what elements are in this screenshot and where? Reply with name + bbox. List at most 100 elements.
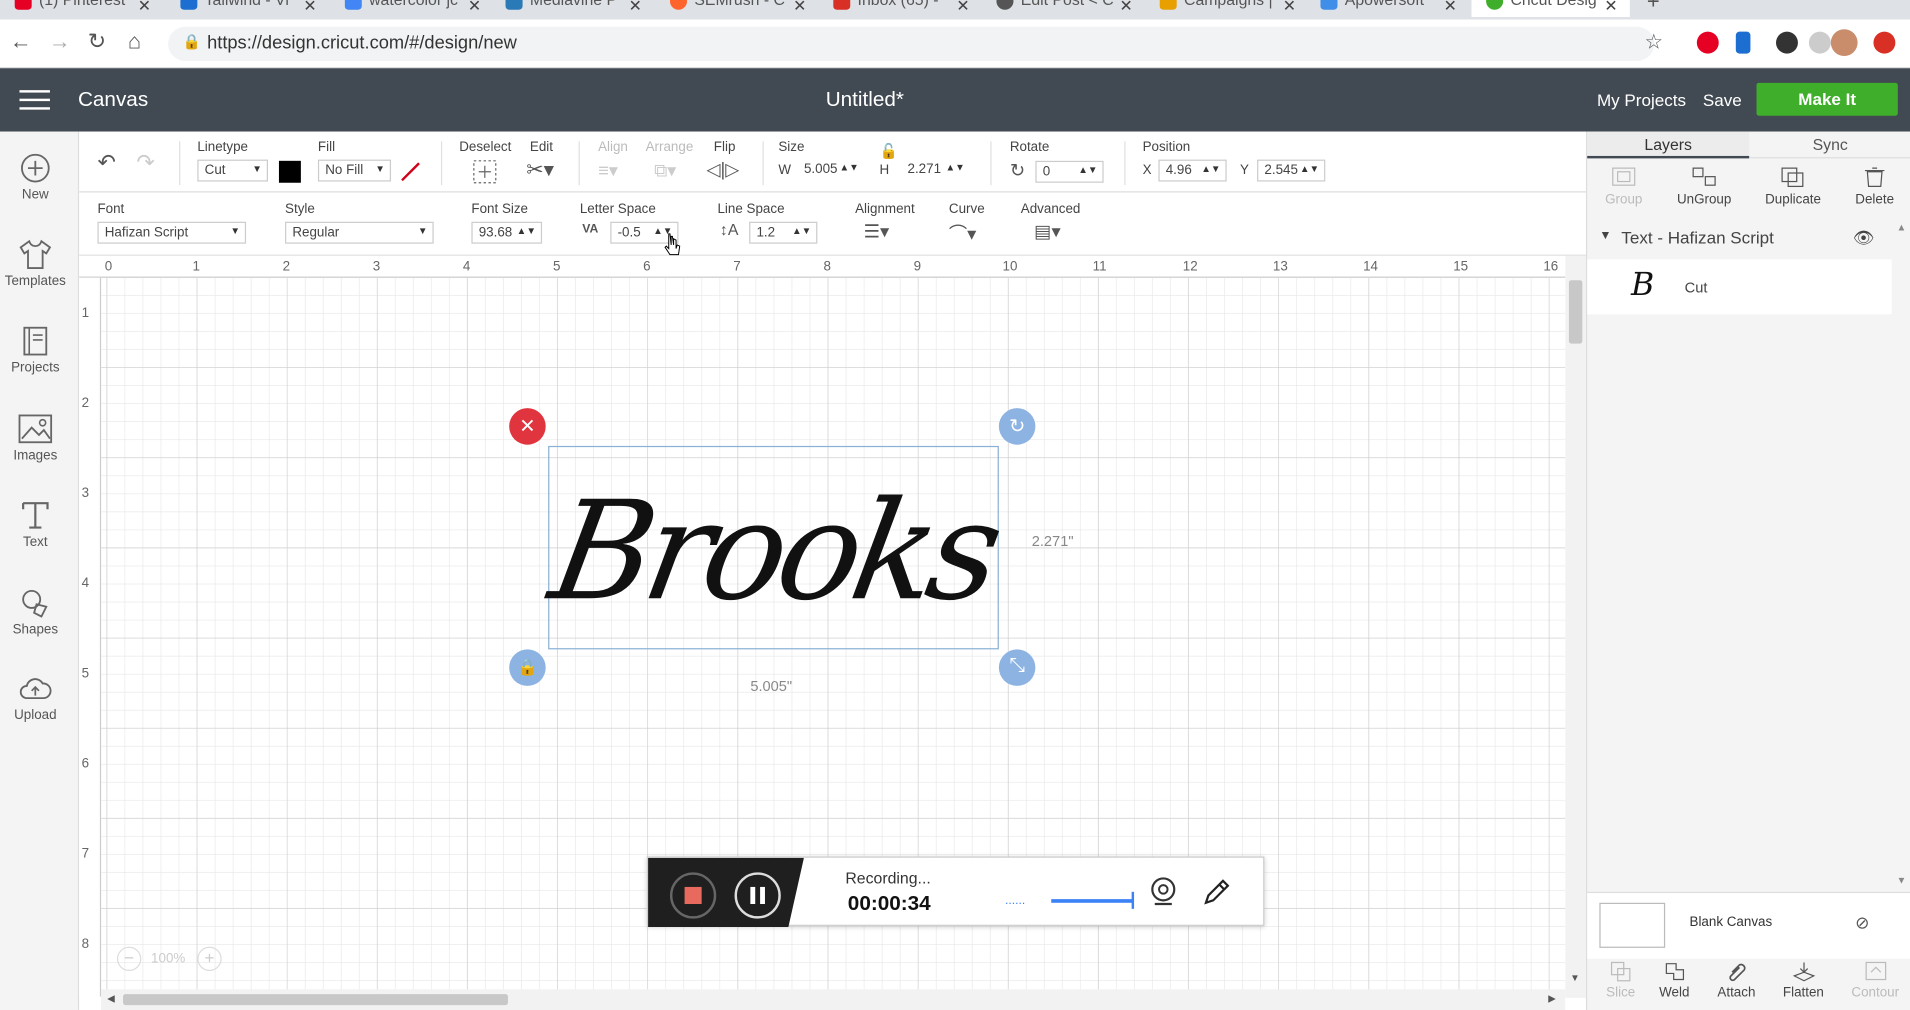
contour-button[interactable]: Contour bbox=[1842, 960, 1909, 1000]
close-icon[interactable]: ✕ bbox=[956, 0, 969, 16]
tab-layers[interactable]: Layers bbox=[1587, 131, 1750, 159]
flatten-button[interactable]: Flatten bbox=[1770, 960, 1837, 1000]
lock-aspect-icon[interactable]: 🔓 bbox=[879, 143, 897, 160]
browser-tab[interactable]: Inbox (65) - ✕ bbox=[833, 0, 970, 17]
close-icon[interactable]: ✕ bbox=[138, 0, 151, 16]
browser-tab[interactable]: (1) Pinterest ✕ bbox=[14, 0, 151, 17]
layer-group-header[interactable]: ▼ Text - Hafizan Script 👁 bbox=[1587, 219, 1892, 256]
font-size-input[interactable]: 93.68 ▲▼ bbox=[471, 221, 543, 244]
stepper-icon[interactable]: ▲▼ bbox=[1201, 163, 1220, 174]
stepper-icon[interactable]: ▲▼ bbox=[839, 162, 858, 173]
pinterest-extension-icon[interactable] bbox=[1696, 31, 1719, 54]
layer-item[interactable]: B Cut bbox=[1587, 259, 1892, 315]
nav-templates[interactable]: Templates bbox=[0, 239, 71, 289]
scroll-thumb[interactable] bbox=[1568, 280, 1583, 344]
delete-button[interactable]: Delete bbox=[1838, 166, 1910, 207]
browser-tab[interactable]: watercolor jc ✕ bbox=[344, 0, 481, 17]
rotate-input[interactable]: 0 ▲▼ bbox=[1035, 160, 1104, 183]
star-icon[interactable]: ☆ bbox=[1644, 30, 1663, 54]
width-input[interactable]: 5.005 ▲▼ bbox=[797, 159, 864, 182]
browser-tab[interactable]: Mediavine P ✕ bbox=[505, 0, 642, 17]
scroll-down-icon[interactable]: ▼ bbox=[1897, 875, 1907, 886]
rotate-handle-icon[interactable]: ↻ bbox=[998, 408, 1036, 445]
panel-scrollbar[interactable]: ▲ ▼ bbox=[1894, 219, 1907, 887]
close-icon[interactable]: ✕ bbox=[303, 0, 316, 16]
fill-select[interactable]: No Fill ▼ bbox=[317, 159, 392, 182]
edit-tools-icon[interactable]: ✂▾ bbox=[526, 158, 554, 182]
nav-text[interactable]: Text bbox=[0, 500, 71, 549]
browser-tab[interactable]: Tailwind - Vi ✕ bbox=[180, 0, 317, 17]
nav-images[interactable]: Images bbox=[0, 413, 71, 463]
tailwind-extension-icon[interactable] bbox=[1735, 31, 1751, 54]
no-fill-icon[interactable] bbox=[400, 161, 422, 183]
align-left-icon[interactable]: ☰▾ bbox=[864, 221, 890, 243]
browser-tab[interactable]: Edit Post < C ✕ bbox=[996, 0, 1133, 17]
make-it-button[interactable]: Make It bbox=[1756, 82, 1898, 116]
scroll-thumb[interactable] bbox=[123, 994, 508, 1006]
style-select[interactable]: Regular ▼ bbox=[285, 221, 434, 244]
duplicate-button[interactable]: Duplicate bbox=[1757, 166, 1830, 207]
my-projects-link[interactable]: My Projects bbox=[1597, 90, 1686, 109]
align-icon[interactable]: ≡▾ bbox=[598, 160, 618, 182]
new-tab-icon[interactable]: + bbox=[1647, 0, 1671, 16]
extension-icon[interactable] bbox=[1808, 31, 1831, 54]
resize-handle-icon[interactable]: ⤡ bbox=[998, 649, 1036, 686]
url-field[interactable]: 🔒 https://design.cricut.com/#/design/new bbox=[168, 26, 1655, 61]
eye-icon[interactable]: 👁 bbox=[1853, 228, 1875, 249]
volume-slider-handle[interactable] bbox=[1131, 891, 1135, 909]
stepper-icon[interactable]: ▲▼ bbox=[517, 225, 536, 236]
close-icon[interactable]: ✕ bbox=[1120, 0, 1133, 16]
font-select[interactable]: Hafizan Script ▼ bbox=[97, 221, 247, 244]
redo-icon[interactable]: ↷ bbox=[136, 150, 154, 176]
home-icon[interactable]: ⌂ bbox=[128, 29, 141, 55]
pencil-icon[interactable] bbox=[1201, 876, 1233, 908]
webcam-icon[interactable] bbox=[1149, 876, 1181, 908]
blank-canvas-row[interactable]: Blank Canvas ⊘ bbox=[1587, 891, 1910, 959]
nav-shapes[interactable]: Shapes bbox=[0, 587, 71, 637]
scroll-left-icon[interactable]: ◀ bbox=[107, 993, 114, 1004]
linetype-color-swatch[interactable] bbox=[278, 160, 301, 183]
arrange-icon[interactable]: ⧉▾ bbox=[654, 160, 676, 182]
height-input[interactable]: 2.271 ▲▼ bbox=[901, 159, 970, 182]
reload-icon[interactable]: ↻ bbox=[88, 29, 106, 55]
curve-icon[interactable]: ⌒▾ bbox=[949, 221, 976, 247]
nav-projects[interactable]: Projects bbox=[0, 325, 71, 375]
horizontal-scrollbar[interactable]: ◀ ▶ bbox=[101, 989, 1566, 1010]
browser-tab[interactable]: SEMrush - C ✕ bbox=[669, 0, 806, 17]
extension-icon[interactable] bbox=[1776, 31, 1798, 54]
weld-button[interactable]: Weld bbox=[1641, 960, 1708, 1000]
save-button[interactable]: Save bbox=[1703, 90, 1742, 109]
flip-icon[interactable]: ◁|▷ bbox=[707, 158, 740, 181]
line-space-input[interactable]: 1.2 ▲▼ bbox=[749, 221, 818, 244]
browser-tab-active[interactable]: Cricut Desig ✕ bbox=[1471, 0, 1630, 18]
delete-handle-icon[interactable]: ✕ bbox=[509, 408, 546, 445]
lock-handle-icon[interactable]: 🔒 bbox=[509, 649, 546, 686]
canvas-text-object[interactable]: Brooks bbox=[534, 461, 1012, 644]
browser-tab[interactable]: Campaigns | ✕ bbox=[1159, 0, 1296, 17]
stepper-icon[interactable]: ▲▼ bbox=[945, 162, 964, 173]
scroll-right-icon[interactable]: ▶ bbox=[1548, 993, 1555, 1004]
vertical-scrollbar[interactable]: ▼ bbox=[1565, 255, 1586, 998]
profile-avatar[interactable] bbox=[1830, 29, 1858, 57]
zoom-in-icon[interactable]: + bbox=[197, 946, 222, 972]
stepper-icon[interactable]: ▲▼ bbox=[1078, 164, 1097, 175]
extension-icon[interactable] bbox=[1873, 31, 1896, 54]
nav-upload[interactable]: Upload bbox=[0, 675, 71, 722]
group-button[interactable]: Group bbox=[1587, 166, 1660, 207]
volume-slider[interactable] bbox=[1051, 899, 1133, 903]
undo-icon[interactable]: ↶ bbox=[97, 150, 115, 176]
scroll-down-icon[interactable]: ▼ bbox=[1570, 972, 1580, 983]
position-x-input[interactable]: 4.96 ▲▼ bbox=[1158, 159, 1227, 182]
position-y-input[interactable]: 2.545 ▲▼ bbox=[1257, 159, 1326, 182]
close-icon[interactable]: ✕ bbox=[629, 0, 642, 16]
deselect-icon[interactable] bbox=[473, 160, 497, 184]
linetype-select[interactable]: Cut ▼ bbox=[197, 159, 268, 182]
scroll-up-icon[interactable]: ▲ bbox=[1897, 222, 1907, 233]
stepper-icon[interactable]: ▲▼ bbox=[1300, 163, 1319, 174]
tab-sync[interactable]: Sync bbox=[1749, 132, 1910, 159]
ungroup-button[interactable]: UnGroup bbox=[1668, 166, 1741, 207]
close-icon[interactable]: ✕ bbox=[1283, 0, 1296, 16]
advanced-icon[interactable]: ▤▾ bbox=[1034, 221, 1060, 243]
close-icon[interactable]: ✕ bbox=[468, 0, 481, 16]
eye-hidden-icon[interactable]: ⊘ bbox=[1855, 913, 1869, 934]
